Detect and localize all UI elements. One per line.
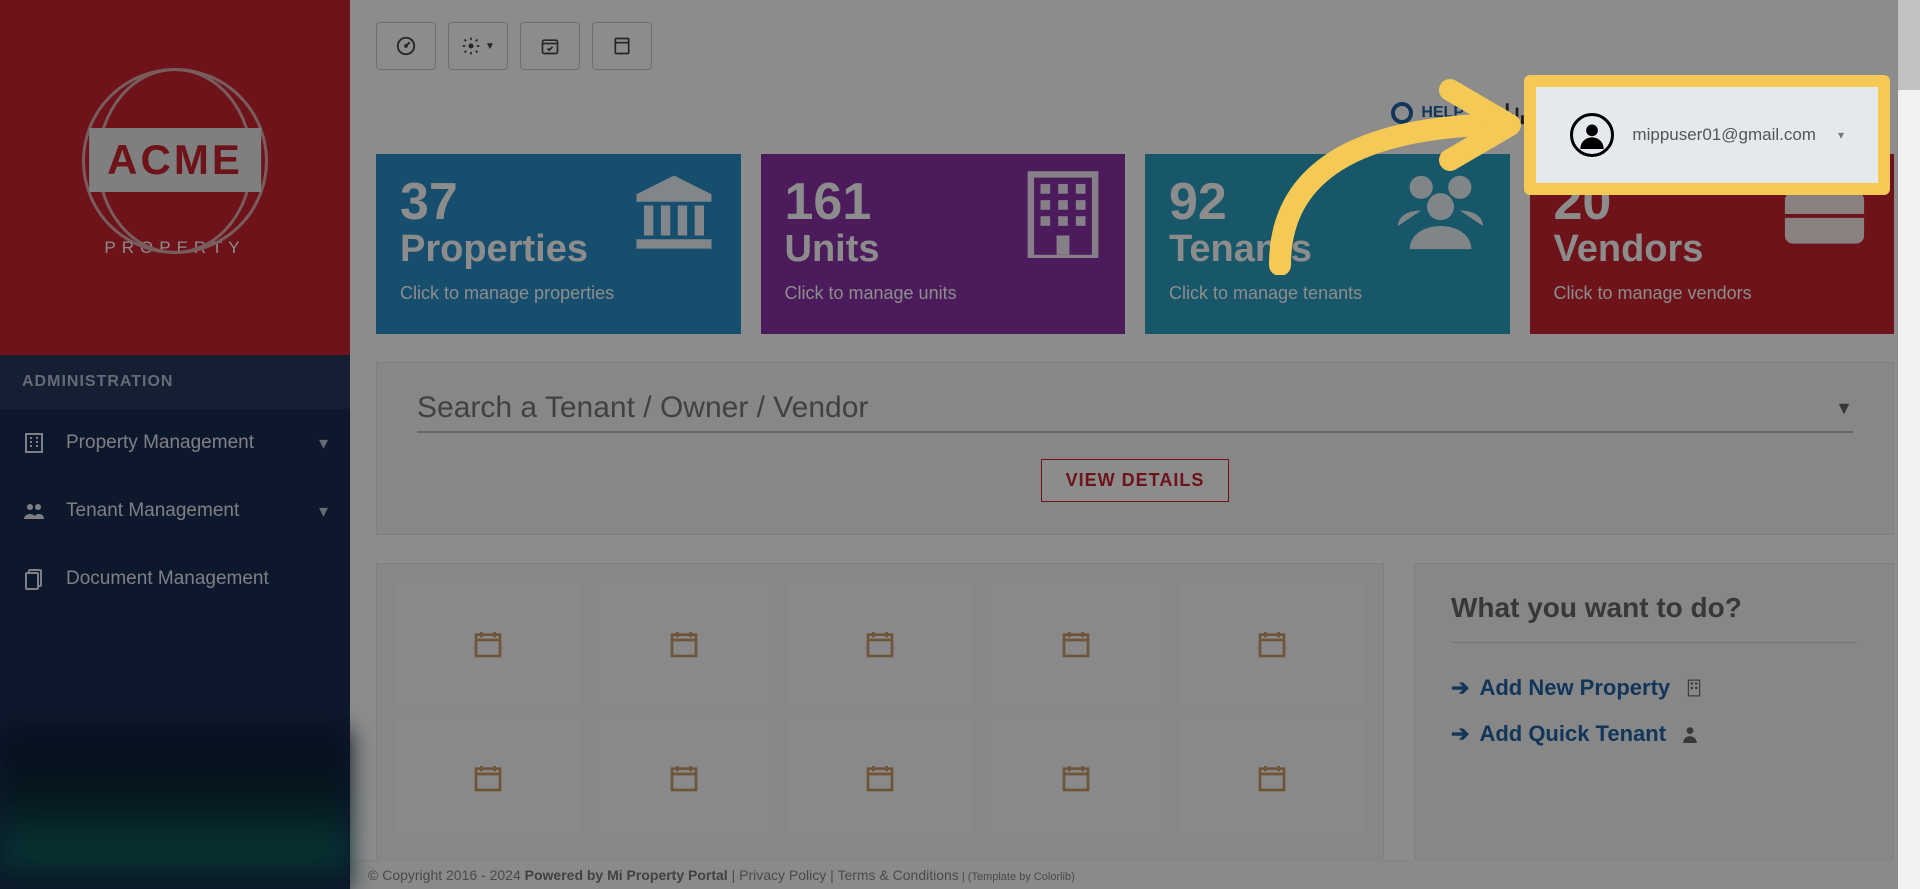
calendar-check-button[interactable]: [520, 22, 580, 70]
calendar-tile[interactable]: [985, 584, 1167, 704]
card-properties[interactable]: 37 Properties Click to manage properties: [376, 154, 741, 334]
footer-terms-link[interactable]: Terms & Conditions: [837, 867, 958, 883]
card-subtitle: Click to manage tenants: [1169, 283, 1486, 304]
calendar-tile[interactable]: [1181, 718, 1363, 838]
arrow-right-icon: ➔: [1451, 721, 1469, 747]
blurred-region: [0, 729, 350, 889]
footer-copyright: © Copyright 2016 - 2024: [368, 867, 525, 883]
users-icon: [22, 499, 48, 523]
building-small-icon: [1686, 679, 1702, 697]
documents-icon: [22, 567, 48, 591]
chevron-down-icon: ▾: [319, 501, 328, 522]
footer-template: | (Template by Colorlib): [959, 871, 1075, 883]
lifesaver-icon: [1391, 102, 1413, 124]
chevron-down-icon: ▾: [1838, 128, 1844, 142]
search-input[interactable]: [417, 391, 1835, 425]
toolbar: ▼: [376, 22, 1894, 70]
calendar-tile[interactable]: [985, 718, 1167, 838]
scrollbar-thumb[interactable]: [1898, 0, 1920, 90]
user-menu-highlight: mippuser01@gmail.com ▾: [1524, 75, 1890, 195]
group-icon: [1393, 168, 1488, 253]
settings-dropdown-button[interactable]: ▼: [448, 22, 508, 70]
action-add-tenant[interactable]: ➔ Add Quick Tenant: [1451, 711, 1857, 757]
calendar-tile[interactable]: [397, 584, 579, 704]
user-email: mippuser01@gmail.com: [1632, 125, 1816, 145]
calendar-tile[interactable]: [1181, 584, 1363, 704]
sidebar-item-tenant-management[interactable]: Tenant Management ▾: [0, 477, 350, 545]
action-add-property[interactable]: ➔ Add New Property: [1451, 665, 1857, 711]
bank-icon: [629, 168, 719, 258]
building-grid-icon: [1023, 168, 1103, 258]
view-details-button[interactable]: VIEW DETAILS: [1041, 459, 1230, 502]
card-subtitle: Click to manage vendors: [1554, 283, 1871, 304]
card-tenants[interactable]: 92 Tenants Click to manage tenants: [1145, 154, 1510, 334]
building-icon: [22, 431, 48, 455]
calendar-tile[interactable]: [593, 584, 775, 704]
footer-sep: |: [728, 867, 739, 883]
calendar-tile[interactable]: [789, 718, 971, 838]
sidebar-item-label: Document Management: [66, 568, 269, 590]
sidebar-section-title: ADMINISTRATION: [0, 355, 350, 409]
avatar-icon: [1570, 113, 1614, 157]
calendar-tile[interactable]: [593, 718, 775, 838]
user-menu[interactable]: mippuser01@gmail.com ▾: [1536, 87, 1878, 183]
card-subtitle: Click to manage units: [785, 283, 1102, 304]
scrollbar-track[interactable]: [1898, 0, 1920, 889]
brand-name: ACME: [89, 128, 261, 192]
card-units[interactable]: 161 Units Click to manage units: [761, 154, 1126, 334]
sidebar: ACME PROPERTY ADMINISTRATION Property Ma…: [0, 0, 350, 889]
person-small-icon: [1682, 725, 1698, 743]
caret-down-icon: ▼: [485, 41, 495, 52]
action-label: Add New Property: [1479, 675, 1670, 701]
footer: © Copyright 2016 - 2024 Powered by Mi Pr…: [350, 860, 1920, 889]
quick-actions-title: What you want to do?: [1451, 592, 1857, 624]
sidebar-item-label: Property Management: [66, 432, 254, 454]
calendar-grid-panel: [376, 563, 1384, 859]
bottom-row: What you want to do? ➔ Add New Property …: [376, 563, 1894, 859]
sidebar-item-property-management[interactable]: Property Management ▾: [0, 409, 350, 477]
calculator-button[interactable]: [592, 22, 652, 70]
footer-privacy-link[interactable]: Privacy Policy: [739, 867, 826, 883]
sidebar-item-document-management[interactable]: Document Management: [0, 545, 350, 613]
sidebar-item-label: Tenant Management: [66, 500, 239, 522]
search-panel: ▼ VIEW DETAILS: [376, 362, 1894, 535]
dropdown-caret-icon[interactable]: ▼: [1835, 398, 1853, 419]
quick-actions-panel: What you want to do? ➔ Add New Property …: [1414, 563, 1894, 859]
arrow-right-icon: ➔: [1451, 675, 1469, 701]
help-link[interactable]: HELP: [1391, 102, 1464, 124]
footer-sep: |: [826, 867, 837, 883]
dashboard-button[interactable]: [376, 22, 436, 70]
chevron-down-icon: ▾: [319, 433, 328, 454]
action-label: Add Quick Tenant: [1479, 721, 1666, 747]
help-label: HELP: [1421, 104, 1464, 122]
card-subtitle: Click to manage properties: [400, 283, 717, 304]
brand-logo: ACME PROPERTY: [0, 0, 350, 355]
calendar-tile[interactable]: [397, 718, 579, 838]
footer-powered: Powered by Mi Property Portal: [525, 867, 728, 883]
calendar-tile[interactable]: [789, 584, 971, 704]
